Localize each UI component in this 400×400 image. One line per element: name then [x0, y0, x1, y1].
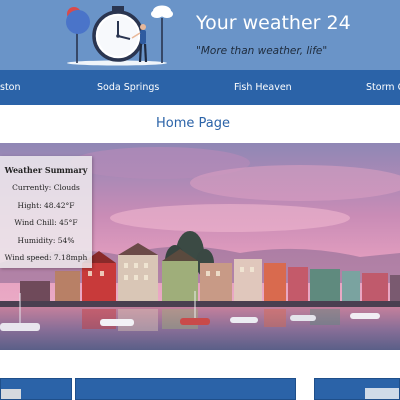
nav-item-preston[interactable]: ston [0, 70, 21, 105]
weather-wind-speed: Wind speed: 7.18mph [4, 252, 88, 262]
weather-summary-title: Weather Summary [4, 165, 88, 175]
main-nav: ston Soda Springs Fish Heaven Storm C [0, 70, 400, 105]
town-card-1-image [1, 389, 21, 399]
weather-high: Hight: 48.42°F [17, 200, 75, 210]
site-tagline: "More than weather, life" [196, 45, 328, 57]
weather-wind-chill: Wind Chill: 45°F [14, 218, 78, 228]
nav-item-soda-springs[interactable]: Soda Springs [97, 70, 159, 105]
clock-person-logo-icon [66, 5, 173, 66]
nav-item-storm-city[interactable]: Storm C [366, 70, 400, 105]
town-card-3[interactable] [314, 378, 400, 400]
town-card-1[interactable] [0, 378, 72, 400]
site-header: Your weather 24 "More than weather, life… [0, 0, 400, 70]
weather-humidity: Humidity: 54% [17, 235, 75, 245]
weather-summary-card: Weather Summary Currently: Clouds Hight:… [0, 156, 92, 268]
town-card-2[interactable] [75, 378, 296, 400]
nav-item-fish-heaven[interactable]: Fish Heaven [234, 70, 292, 105]
weather-currently: Currently: Clouds [12, 183, 80, 193]
page-title: Home Page [156, 116, 230, 131]
town-card-3-image [365, 388, 399, 399]
site-title: Your weather 24 [196, 12, 351, 34]
